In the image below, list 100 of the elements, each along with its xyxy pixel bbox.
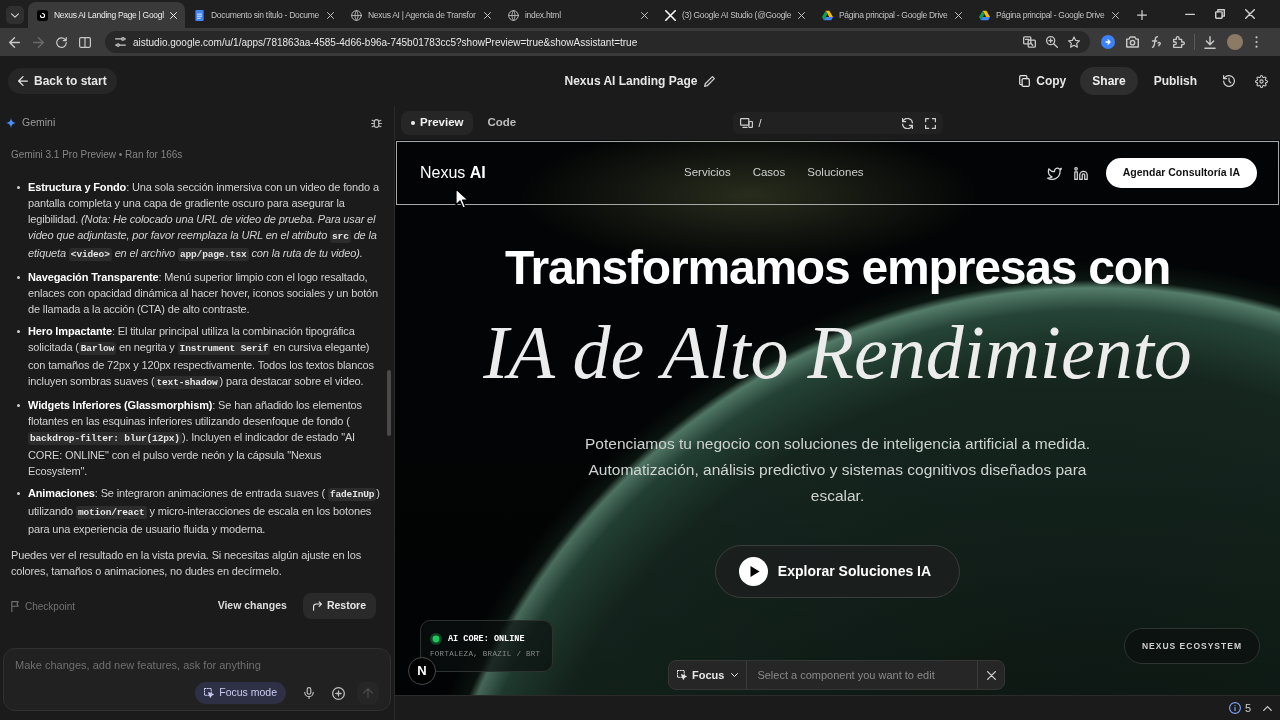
script-f-icon[interactable] — [1151, 36, 1161, 48]
menu-icon[interactable] — [1255, 36, 1258, 48]
nav-link[interactable]: Servicios — [684, 164, 731, 182]
bug-icon[interactable] — [371, 118, 382, 128]
split-view-icon[interactable] — [79, 36, 91, 48]
camera-icon[interactable] — [1126, 36, 1139, 48]
focus-toolbar[interactable]: Focus Select a component you want to edit — [668, 660, 1005, 690]
browser-tab[interactable]: Página principal - Google Drive — [813, 2, 970, 28]
chevron-up-icon[interactable] — [1263, 705, 1272, 711]
close-icon[interactable] — [955, 11, 962, 19]
hero-button[interactable]: Explorar Soluciones IA — [714, 545, 961, 598]
up-arrow-icon — [363, 688, 373, 698]
puzzle-icon[interactable] — [1173, 36, 1185, 48]
cta-button[interactable]: Agendar Consultoría IA — [1105, 158, 1257, 188]
browser-tab[interactable]: Nexus AI | Agencia de Transfor — [342, 2, 499, 28]
back-arrow-icon[interactable] — [9, 36, 20, 48]
view-changes-button[interactable]: View changes — [209, 594, 295, 618]
download-icon[interactable] — [1204, 35, 1216, 49]
app-logo-icon — [37, 9, 48, 21]
focus-mode-dropdown[interactable]: Focus — [669, 661, 747, 689]
restore-button[interactable]: Restore — [302, 593, 376, 619]
browser-tab[interactable]: Página principal - Google Drive — [970, 2, 1127, 28]
route-path: / — [758, 115, 762, 131]
close-icon[interactable] — [798, 11, 805, 19]
arrow-circle-icon[interactable] — [1101, 35, 1115, 49]
minimize-icon[interactable] — [1185, 12, 1195, 16]
copy-button[interactable]: Copy — [1013, 67, 1073, 95]
address-bar[interactable]: aistudio.google.com/u/1/apps/781863aa-4585-4d66-b96a-745b01783cc5?showPreview=true&showAssistant=true — [105, 31, 1090, 53]
fullscreen-icon[interactable] — [924, 117, 936, 129]
bullet-icon — [17, 276, 20, 279]
sparkle-icon — [6, 118, 16, 128]
list-item-text: Estructura y Fondo: Una sola sección inmersiva con un video de fondo a pantalla completa y una capa de gradiente oscuro para asegurar la legibilidad. (Nota: He colocado una URL de video de prueba. Para usar el video que adjuntaste, por favor reemplaza la URL en el atributo src de la etiqueta <video> en el archivo app/page.tsx con la ruta de tu video). — [28, 180, 380, 263]
issues-button[interactable]: 5 — [1228, 699, 1251, 717]
translate-icon[interactable] — [1023, 36, 1036, 48]
nav-link[interactable]: Casos — [752, 164, 786, 182]
close-icon[interactable] — [641, 11, 648, 19]
settings-icon[interactable] — [1255, 74, 1268, 88]
status-title: AI CORE: ONLINE — [448, 632, 525, 646]
browser-tab[interactable]: (3) Google AI Studio (@Google — [656, 2, 813, 28]
mouse-pointer-icon — [455, 188, 470, 210]
focus-select-icon — [677, 670, 687, 680]
hero-subtitle: Potenciamos tu negocio con soluciones de inteligencia artificial a medida. Automatización, análisis predictivo y sistemas cognitivos diseñados para escalar. — [584, 434, 1091, 506]
message-input[interactable]: Make changes, add new features, ask for anything — [15, 656, 379, 674]
focus-mode-button[interactable]: Focus mode — [195, 682, 286, 704]
left-arrow-icon — [18, 76, 28, 86]
message-composer[interactable]: Make changes, add new features, ask for anything Focus mode — [3, 648, 391, 711]
play-icon — [738, 557, 768, 586]
pencil-icon[interactable] — [704, 75, 716, 87]
share-button[interactable]: Share — [1080, 67, 1138, 95]
history-icon[interactable] — [1223, 75, 1235, 87]
zoom-icon[interactable] — [1046, 36, 1058, 48]
assistant-name: Gemini — [22, 115, 56, 131]
url-text: aistudio.google.com/u/1/apps/781863aa-4585-4d66-b96a-745b01783cc5?showPreview=true&showAssistant=true — [133, 35, 638, 50]
browser-tab[interactable]: Documento sin título - Docume — [185, 2, 342, 28]
preview-url-bar[interactable]: / — [732, 112, 943, 134]
site-logo[interactable]: Nexus AI — [420, 164, 486, 181]
globe-icon — [508, 9, 519, 21]
refresh-icon[interactable] — [901, 117, 913, 129]
device-icon[interactable] — [739, 118, 753, 128]
scrollbar-thumb[interactable] — [387, 370, 391, 436]
bullet-icon — [17, 330, 20, 333]
close-window-icon[interactable] — [1245, 9, 1255, 19]
reload-icon[interactable] — [56, 36, 67, 48]
browser-tab[interactable]: index.html — [499, 2, 656, 28]
bird-icon[interactable] — [1046, 166, 1062, 180]
copy-icon — [1019, 75, 1031, 87]
flag-icon — [11, 600, 19, 612]
view-tab[interactable]: Code — [477, 111, 527, 135]
hero-headline: Transformamos empresas con — [504, 240, 1171, 296]
focus-select-icon — [204, 688, 215, 698]
caret-icon — [731, 673, 739, 677]
in-icon[interactable] — [1073, 166, 1088, 180]
close-icon[interactable] — [1112, 11, 1119, 19]
close-icon[interactable] — [327, 11, 334, 19]
component-input[interactable]: Select a component you want to edit — [747, 661, 977, 689]
back-button[interactable]: Back to start — [8, 68, 117, 94]
star-icon[interactable] — [1068, 36, 1080, 48]
avatar-icon[interactable] — [1227, 34, 1243, 50]
curved-arrow-icon — [312, 601, 322, 611]
add-icon[interactable] — [332, 686, 345, 700]
active-dot-icon — [411, 121, 415, 125]
globe-icon — [351, 9, 362, 21]
chevron-down-icon — [11, 12, 19, 18]
view-tab[interactable]: Preview — [401, 111, 474, 135]
list-item-text: Navegación Transparente: Menú superior limpio con el logo resaltado, enlaces con opacidad dinámica al hacer hover, iconos sociales y un botón de llamada a la acción (CTA) de alto contraste. — [28, 270, 379, 317]
nav-link[interactable]: Soluciones — [807, 164, 864, 182]
sliders-icon[interactable] — [115, 37, 126, 47]
tab-search-button[interactable] — [6, 6, 24, 24]
message-text: Puedes ver el resultado en la vista previa. Si necesitas algún ajuste en los colores, tamaños o animaciones, no dudes en decírmelo. — [11, 548, 362, 579]
bullet-icon — [17, 186, 20, 189]
close-icon[interactable] — [484, 11, 491, 19]
microphone-icon[interactable] — [304, 687, 314, 699]
document-icon — [194, 9, 205, 21]
close-icon[interactable] — [986, 670, 996, 680]
restore-window-icon[interactable] — [1215, 9, 1225, 19]
new-tab-icon[interactable] — [1137, 10, 1147, 20]
publish-button[interactable]: Publish — [1145, 67, 1205, 95]
ecosystem-badge[interactable]: NEXUS ECOSYSTEM — [1123, 628, 1260, 664]
hero-headline-accent: IA de Alto Rendimiento — [483, 310, 1192, 394]
browser-tab[interactable]: Nexus AI Landing Page | Googl — [28, 2, 185, 28]
